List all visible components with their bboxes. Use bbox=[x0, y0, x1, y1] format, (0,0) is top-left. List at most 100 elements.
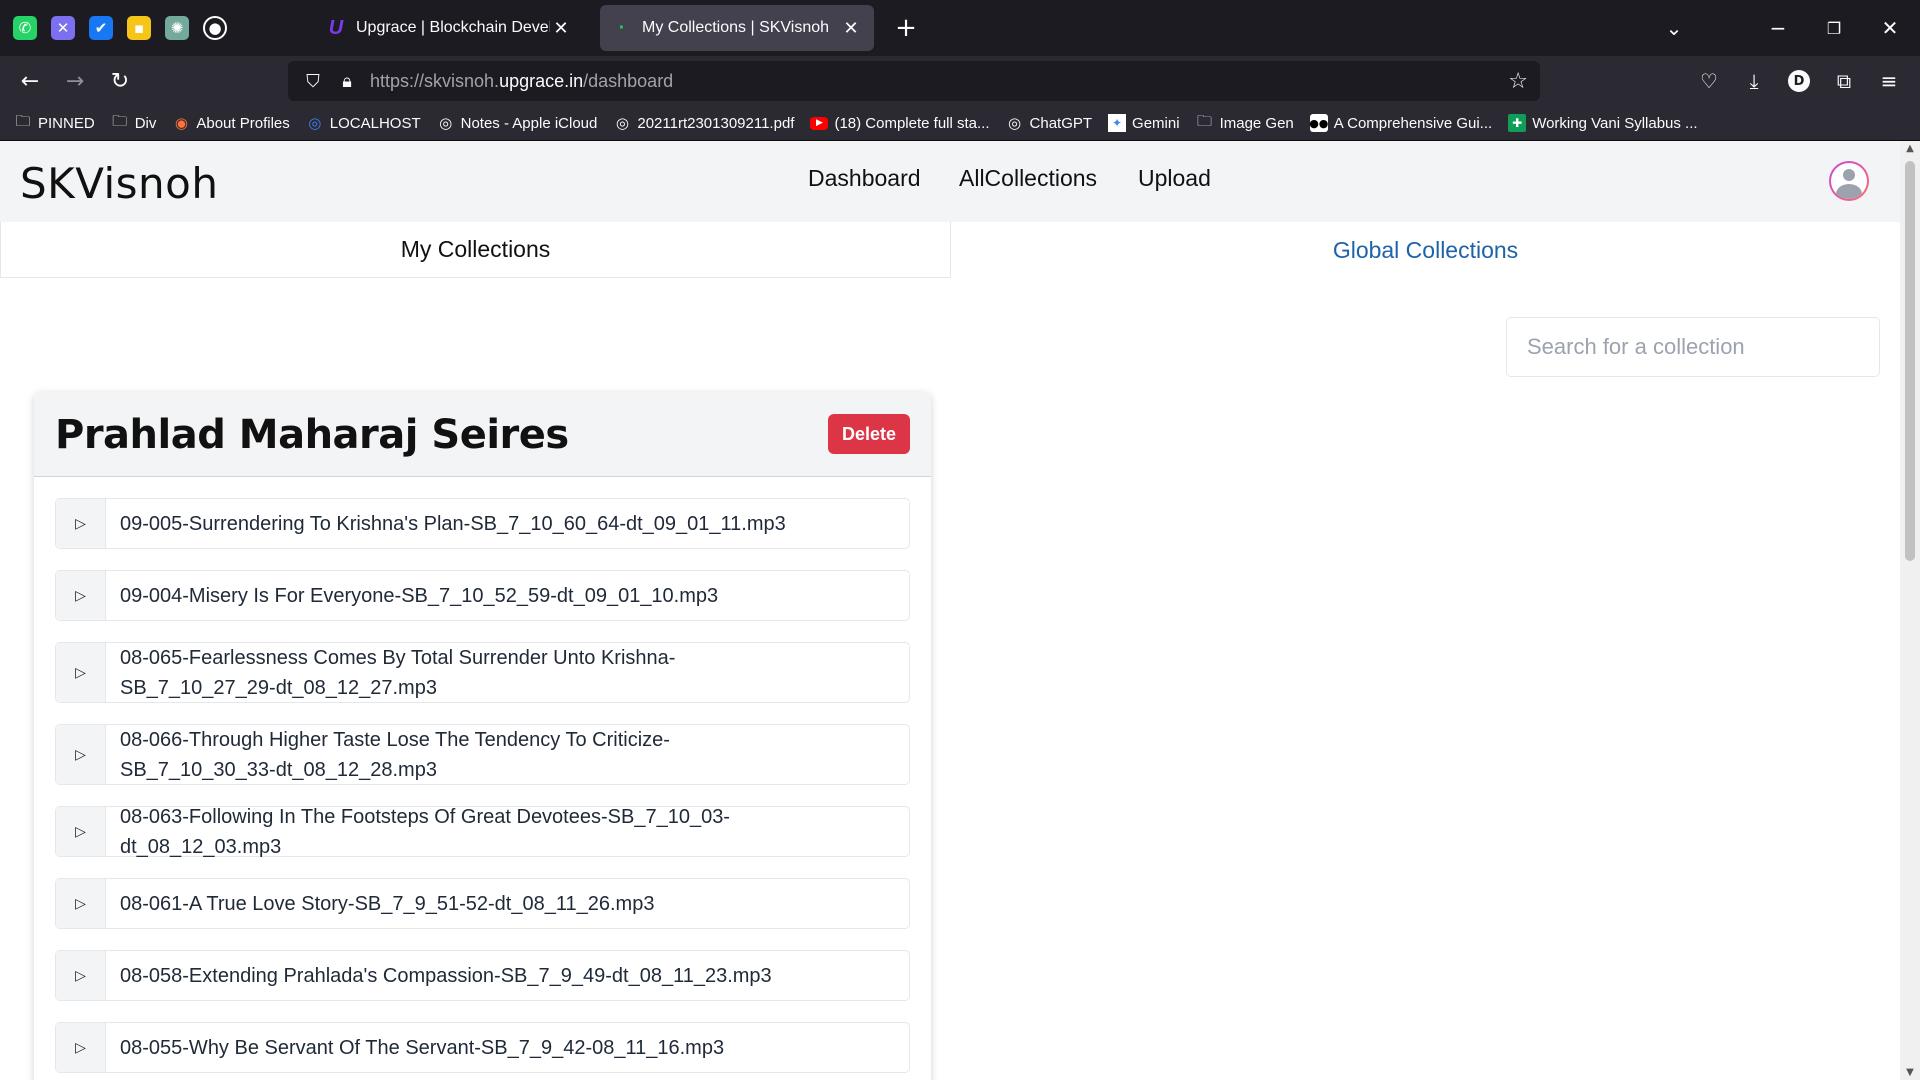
browser-navigation-bar: ← → ↻ ⛉ 🔒︎ https://skvisnoh.upgrace.in/d… bbox=[0, 56, 1920, 106]
upgrace-icon: U bbox=[328, 16, 344, 39]
bookmark-comprehensive-guide[interactable]: ●● A Comprehensive Gui... bbox=[1309, 114, 1492, 132]
folder-icon: 🗀 bbox=[1197, 111, 1213, 130]
bookmark-youtube[interactable]: ▶ (18) Complete full sta... bbox=[810, 115, 990, 132]
notes-icon[interactable]: ▪ bbox=[127, 16, 151, 40]
firefox-icon: ◉ bbox=[174, 114, 188, 132]
tools-icon[interactable]: ✕ bbox=[51, 16, 75, 40]
track-item: ▷ 08-066-Through Higher Taste Lose The T… bbox=[55, 724, 910, 785]
bookmark-div[interactable]: 🗀 Div bbox=[111, 111, 156, 132]
bookmark-star-icon[interactable]: ☆ bbox=[1508, 69, 1528, 94]
browser-tab-my-collections[interactable]: · My Collections | SKVisnoh ✕ bbox=[600, 5, 874, 51]
bookmark-pdf[interactable]: ◎ 20211rt2301309211.pdf bbox=[613, 114, 795, 132]
track-item: ▷ 09-004-Misery Is For Everyone-SB_7_10_… bbox=[55, 570, 910, 621]
site-header: SKVisnoh Dashboard AllCollections Upload bbox=[0, 141, 1900, 222]
globe-icon: ◎ bbox=[615, 114, 629, 132]
play-icon[interactable]: ▷ bbox=[56, 643, 106, 702]
menu-icon[interactable]: ≡ bbox=[1874, 66, 1904, 96]
scroll-up-icon[interactable]: ▲ bbox=[1900, 143, 1920, 154]
user-silhouette-icon bbox=[1831, 163, 1867, 199]
bookmarks-toolbar: 🗀 PINNED 🗀 Div ◉ About Profiles ◎ LOCALHOST … bbox=[0, 106, 1920, 141]
bookmark-about-profiles[interactable]: ◉ About Profiles bbox=[172, 114, 290, 132]
restore-icon[interactable]: ❐ bbox=[1806, 0, 1862, 56]
list-all-tabs-icon[interactable]: ⌄ bbox=[1646, 0, 1702, 56]
track-item: ▷ 08-063-Following In The Footsteps Of G… bbox=[55, 806, 910, 858]
track-item: ▷ 09-005-Surrendering To Krishna's Plan-… bbox=[55, 498, 910, 549]
minimize-icon[interactable]: − bbox=[1750, 0, 1806, 56]
globe-icon: ◎ bbox=[1007, 114, 1022, 132]
gemini-icon: ✦ bbox=[1108, 114, 1127, 132]
track-name: 08-058-Extending Prahlada's Compassion-S… bbox=[120, 964, 772, 987]
bookmark-image-gen[interactable]: 🗀 Image Gen bbox=[1196, 111, 1294, 132]
browser-tab-strip: ✆ ✕ ✔ ▪ ✺ ● U Upgrace | Blockchain Devel… bbox=[0, 0, 1920, 56]
track-name: 08-055-Why Be Servant Of The Servant-SB_… bbox=[120, 1036, 725, 1059]
folder-icon: 🗀 bbox=[15, 111, 31, 130]
extensions-icon[interactable]: ⧉ bbox=[1829, 66, 1859, 96]
medium-icon: ●● bbox=[1309, 114, 1328, 132]
youtube-icon: ▶ bbox=[810, 116, 829, 130]
collection-card-header: Prahlad Maharaj Seires Delete bbox=[34, 392, 931, 477]
play-icon[interactable]: ▷ bbox=[56, 1023, 106, 1072]
close-tab-icon[interactable]: ✕ bbox=[550, 18, 572, 39]
url-text[interactable]: https://skvisnoh.upgrace.in/dashboard bbox=[370, 71, 673, 92]
tab-global-collections[interactable]: Global Collections bbox=[951, 222, 1900, 278]
track-name: 08-063-Following In The Footsteps Of Gre… bbox=[120, 805, 730, 858]
collection-search-input[interactable] bbox=[1506, 317, 1880, 377]
pocket-icon[interactable]: ♡ bbox=[1694, 66, 1724, 96]
whatsapp-icon[interactable]: ✆ bbox=[13, 16, 37, 40]
browser-tab-upgrace[interactable]: U Upgrace | Blockchain Develope ✕ bbox=[314, 5, 584, 51]
folder-icon: 🗀 bbox=[112, 111, 128, 130]
bookmark-chatgpt[interactable]: ◎ ChatGPT bbox=[1006, 114, 1092, 132]
pinned-tabs: ✆ ✕ ✔ ▪ ✺ ● bbox=[0, 0, 240, 56]
track-name: 08-065-Fearlessness Comes By Total Surre… bbox=[120, 646, 676, 699]
bookmark-pinned[interactable]: 🗀 PINNED bbox=[14, 111, 94, 132]
collection-tabs: My Collections Global Collections bbox=[0, 222, 1900, 278]
back-arrow-icon[interactable]: ← bbox=[10, 61, 50, 101]
tab-title: Upgrace | Blockchain Develope bbox=[356, 19, 550, 36]
track-item: ▷ 08-055-Why Be Servant Of The Servant-S… bbox=[55, 1022, 910, 1073]
downloads-icon[interactable]: ⤓ bbox=[1739, 66, 1769, 96]
close-window-icon[interactable]: ✕ bbox=[1862, 0, 1918, 56]
tab-title: My Collections | SKVisnoh bbox=[642, 19, 830, 36]
play-icon[interactable]: ▷ bbox=[56, 879, 106, 928]
lock-icon[interactable]: 🔒︎ bbox=[330, 71, 364, 92]
page-scrollbar[interactable]: ▲ ▼ bbox=[1900, 141, 1920, 1080]
page-viewport: SKVisnoh Dashboard AllCollections Upload… bbox=[0, 141, 1900, 1080]
close-tab-icon[interactable]: ✕ bbox=[840, 18, 862, 39]
track-name: 08-066-Through Higher Taste Lose The Ten… bbox=[120, 728, 670, 781]
track-item: ▷ 08-058-Extending Prahlada's Compassion… bbox=[55, 950, 910, 1001]
scroll-down-icon[interactable]: ▼ bbox=[1900, 1067, 1920, 1078]
nav-dashboard[interactable]: Dashboard bbox=[808, 165, 921, 192]
collection-card: Prahlad Maharaj Seires Delete ▷ 09-005-S… bbox=[34, 392, 931, 1080]
bookmark-gemini[interactable]: ✦ Gemini bbox=[1108, 114, 1180, 132]
track-name: 08-061-A True Love Story-SB_7_9_51-52-dt… bbox=[120, 892, 655, 915]
address-bar[interactable]: ⛉ 🔒︎ https://skvisnoh.upgrace.in/dashboa… bbox=[288, 61, 1540, 101]
user-avatar[interactable] bbox=[1829, 161, 1869, 201]
play-icon[interactable]: ▷ bbox=[56, 951, 106, 1000]
nav-upload[interactable]: Upload bbox=[1138, 165, 1211, 192]
track-name: 09-004-Misery Is For Everyone-SB_7_10_52… bbox=[120, 584, 719, 607]
chatgpt-icon[interactable]: ✺ bbox=[165, 16, 189, 40]
globe-icon: ◎ bbox=[308, 114, 322, 132]
bookmark-localhost[interactable]: ◎ LOCALHOST bbox=[306, 114, 420, 132]
globe-icon: ◎ bbox=[439, 114, 453, 132]
shield-icon[interactable]: ⛉ bbox=[296, 71, 330, 92]
tab-my-collections[interactable]: My Collections bbox=[0, 222, 951, 278]
scrollbar-thumb[interactable] bbox=[1905, 161, 1915, 561]
bookmark-notes-icloud[interactable]: ◎ Notes - Apple iCloud bbox=[437, 114, 597, 132]
delete-collection-button[interactable]: Delete bbox=[828, 414, 910, 454]
bookmark-vani-syllabus[interactable]: ✚ Working Vani Syllabus ... bbox=[1508, 114, 1698, 132]
play-icon[interactable]: ▷ bbox=[56, 571, 106, 620]
track-name: 09-005-Surrendering To Krishna's Plan-SB… bbox=[120, 512, 786, 535]
github-icon[interactable]: ● bbox=[203, 16, 227, 40]
forward-arrow-icon[interactable]: → bbox=[55, 61, 95, 101]
account-avatar-icon[interactable]: D bbox=[1788, 70, 1810, 92]
reload-icon[interactable]: ↻ bbox=[100, 61, 140, 101]
play-icon[interactable]: ▷ bbox=[56, 499, 106, 548]
collection-title: Prahlad Maharaj Seires bbox=[55, 412, 569, 458]
checkmark-icon[interactable]: ✔ bbox=[89, 16, 113, 40]
site-logo[interactable]: SKVisnoh bbox=[20, 159, 219, 208]
new-tab-button[interactable]: + bbox=[890, 12, 922, 44]
play-icon[interactable]: ▷ bbox=[56, 725, 106, 784]
play-icon[interactable]: ▷ bbox=[56, 807, 106, 856]
nav-all-collections[interactable]: AllCollections bbox=[959, 165, 1097, 192]
